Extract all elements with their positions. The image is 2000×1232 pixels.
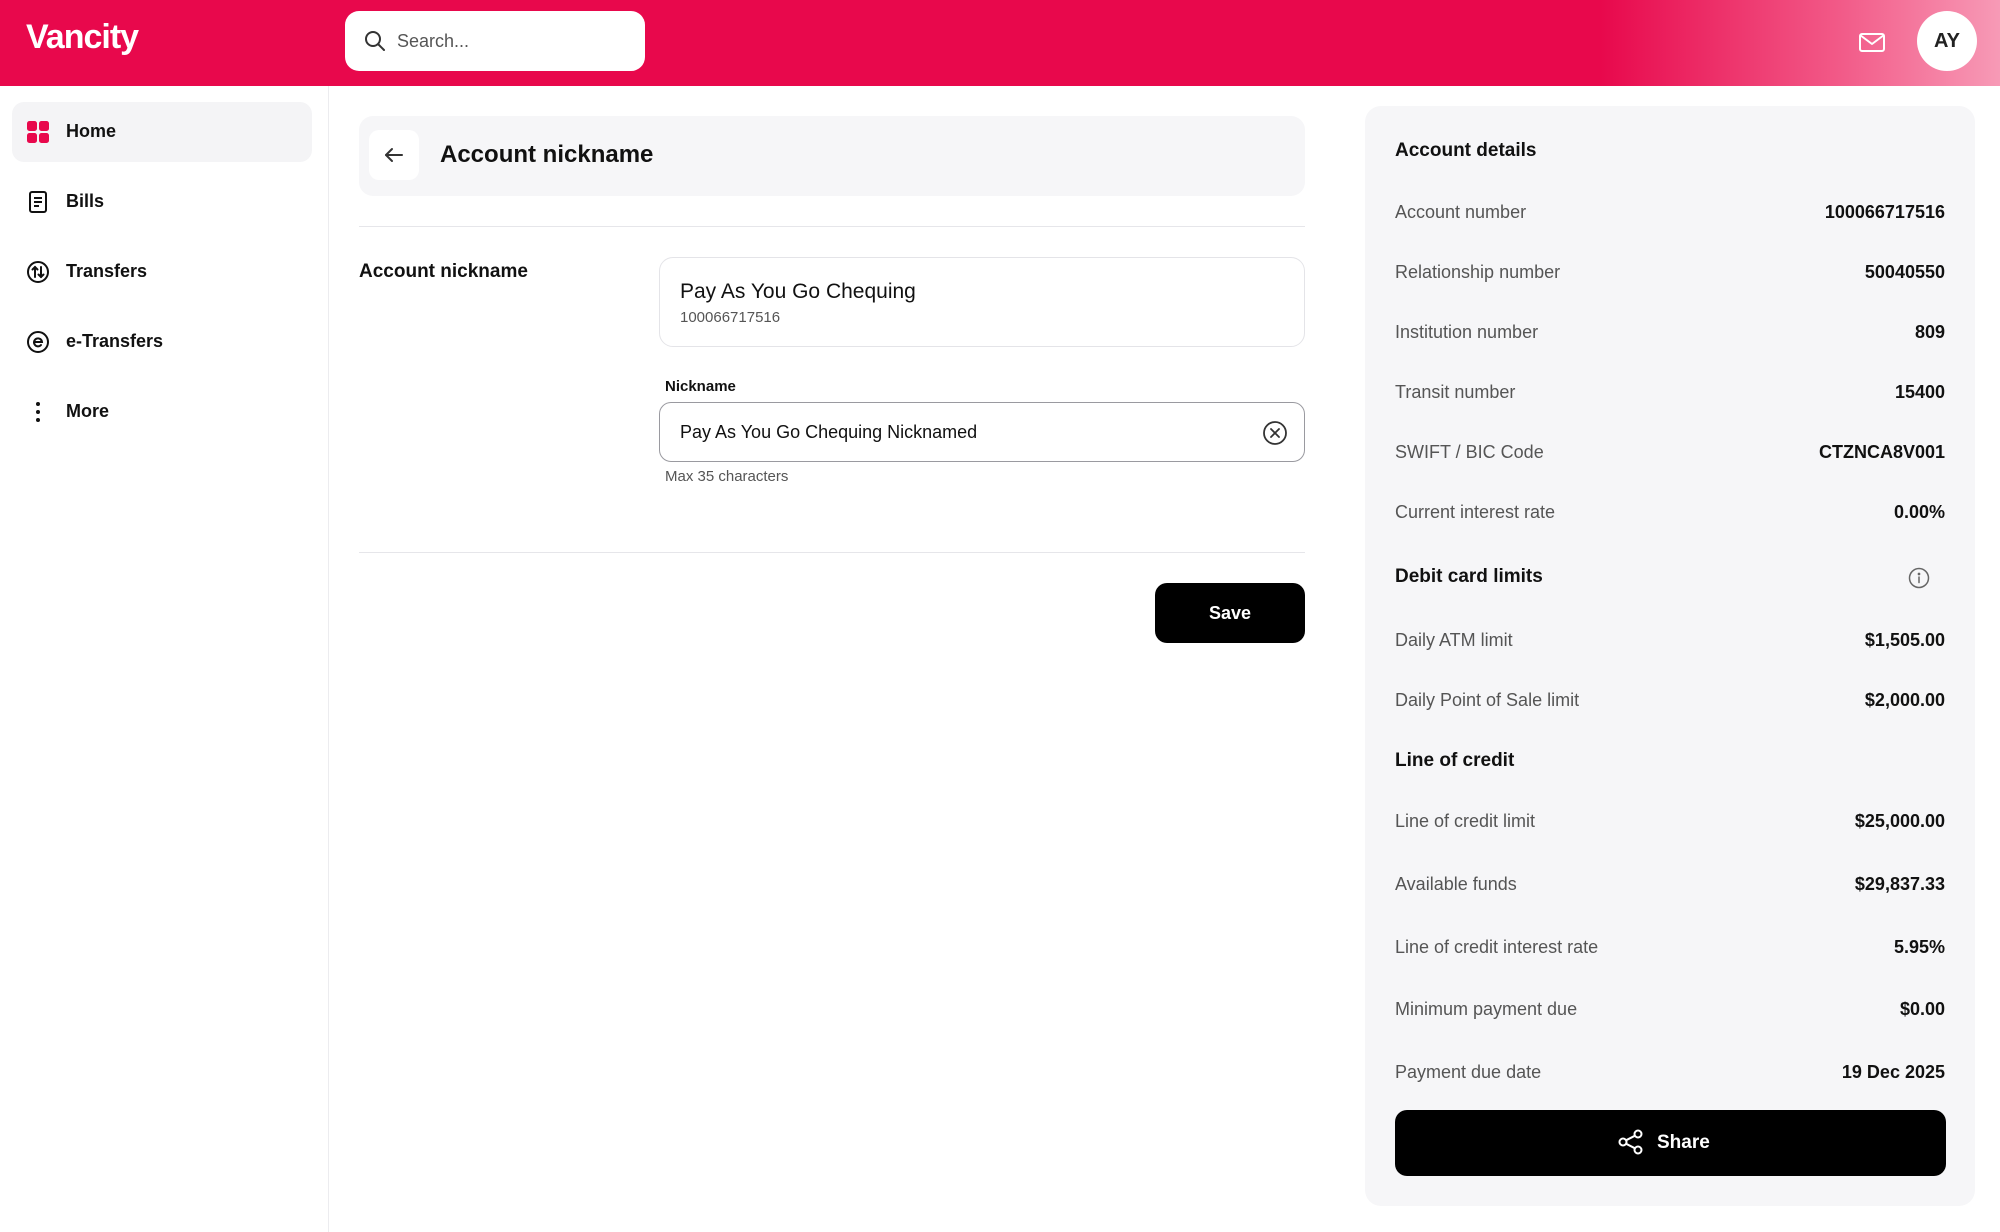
detail-label: Daily ATM limit [1395, 630, 1513, 650]
save-button[interactable]: Save [1155, 583, 1305, 643]
debit-limits-heading: Debit card limits [1395, 566, 1543, 587]
avatar[interactable]: AY [1917, 11, 1977, 71]
detail-value: $1,505.00 [1864, 630, 1945, 650]
arrow-left-icon [385, 148, 403, 162]
detail-label: Line of credit interest rate [1395, 937, 1599, 957]
search-box[interactable] [345, 11, 645, 71]
detail-value: 5.95% [1893, 937, 1945, 957]
transfer-icon [27, 261, 49, 283]
vancity-logo[interactable]: Vancity [26, 18, 139, 57]
back-button[interactable] [369, 130, 419, 180]
detail-label: Account number [1395, 202, 1527, 222]
search-icon [365, 31, 385, 51]
detail-label: Current interest rate [1395, 502, 1556, 522]
nickname-hint: Max 35 characters [665, 468, 789, 485]
nickname-label: Nickname [665, 378, 736, 395]
sidebar-item-etransfers[interactable]: e-Transfers [12, 312, 312, 372]
detail-label: Minimum payment due [1395, 999, 1578, 1019]
detail-value: CTZNCA8V001 [1818, 442, 1945, 462]
mail-icon[interactable] [1857, 27, 1887, 57]
detail-label: SWIFT / BIC Code [1395, 442, 1544, 462]
sidebar-item-transfers[interactable]: Transfers [12, 242, 312, 302]
title-bar: Account nickname [359, 116, 1305, 196]
sidebar-item-label: More [66, 401, 110, 421]
line-of-credit-heading: Line of credit [1395, 750, 1515, 771]
detail-value: $0.00 [1899, 999, 1945, 1019]
search-input[interactable] [397, 21, 627, 61]
detail-value: $29,837.33 [1854, 874, 1945, 894]
detail-label: Transit number [1395, 382, 1516, 402]
detail-label: Relationship number [1395, 262, 1561, 282]
detail-value: $2,000.00 [1864, 690, 1945, 710]
detail-value: 809 [1914, 322, 1945, 342]
more-vertical-icon [36, 402, 40, 422]
detail-label: Available funds [1395, 874, 1517, 894]
account-details-heading: Account details [1395, 140, 1537, 161]
etransfer-icon [27, 331, 49, 353]
receipt-icon [29, 191, 47, 213]
top-header: Vancity AY [0, 0, 2000, 86]
account-name: Pay As You Go Chequing [680, 280, 916, 303]
sidebar-item-label: e-Transfers [66, 331, 164, 351]
nickname-field[interactable] [659, 402, 1305, 462]
detail-value: 15400 [1894, 382, 1945, 402]
share-label: Share [1657, 1132, 1710, 1153]
account-details-panel: Account details Account number 100066717… [1365, 106, 1975, 1206]
divider [359, 226, 1305, 227]
detail-label: Daily Point of Sale limit [1395, 690, 1580, 710]
account-card: Pay As You Go Chequing 100066717516 [659, 257, 1305, 347]
detail-value: 19 Dec 2025 [1841, 1062, 1945, 1082]
sidebar-item-home[interactable]: Home [12, 102, 312, 162]
share-button[interactable]: Share [1395, 1110, 1946, 1176]
info-icon[interactable] [1908, 567, 1930, 589]
detail-value: $25,000.00 [1854, 811, 1945, 831]
detail-label: Institution number [1395, 322, 1539, 342]
sidebar-item-more[interactable]: More [12, 382, 312, 442]
sidebar-item-label: Transfers [66, 261, 148, 281]
sidebar-item-label: Bills [66, 191, 105, 211]
detail-value: 50040550 [1864, 262, 1945, 282]
sidebar-item-label: Home [66, 121, 117, 141]
home-grid-icon [27, 121, 49, 143]
detail-value: 100066717516 [1824, 202, 1945, 222]
account-number: 100066717516 [680, 309, 781, 326]
divider [359, 552, 1305, 553]
detail-label: Line of credit limit [1395, 811, 1536, 831]
share-icon [1618, 1129, 1643, 1155]
detail-value: 0.00% [1893, 502, 1945, 522]
sidebar-item-bills[interactable]: Bills [12, 172, 312, 232]
page-title: Account nickname [440, 141, 654, 168]
clear-icon[interactable] [1262, 420, 1288, 446]
nickname-input[interactable] [680, 415, 1240, 449]
detail-label: Payment due date [1395, 1062, 1542, 1082]
sidebar: Home Bills Transfers e-Transfers More [0, 86, 329, 1232]
section-label: Account nickname [359, 261, 528, 282]
